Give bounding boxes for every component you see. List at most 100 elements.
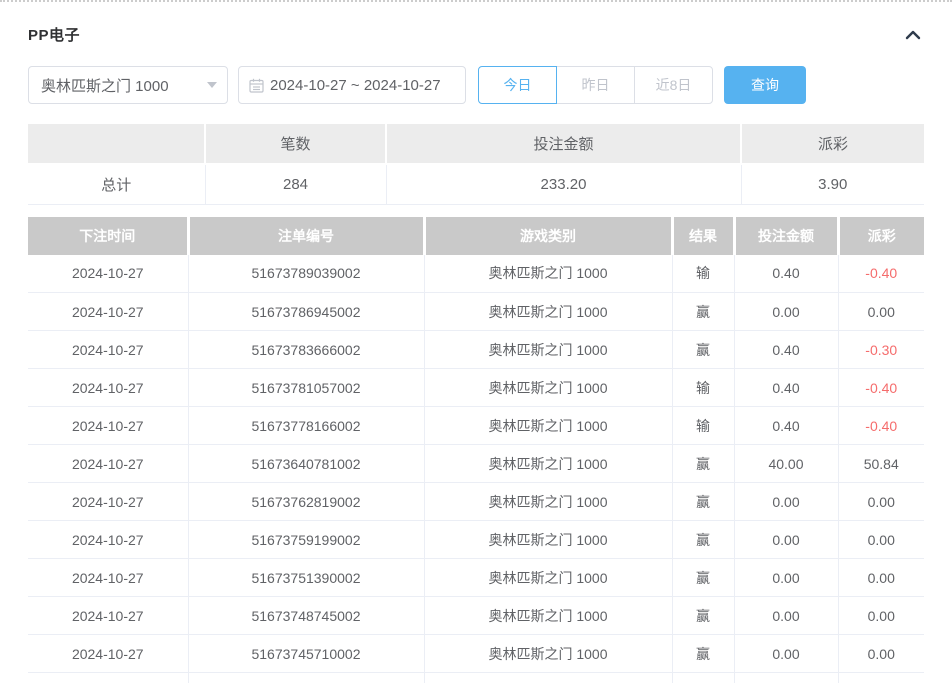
table-row: 2024-10-27 51673762819002 奥林匹斯之门 1000 赢 … <box>28 482 924 521</box>
panel-header: PP电子 <box>28 24 924 45</box>
result-cell: 赢 <box>671 558 734 597</box>
result-cell: 赢 <box>671 482 734 521</box>
order-id-cell: 51673783666002 <box>187 330 424 369</box>
game-type-cell: 奥林匹斯之门 1000 <box>423 292 672 331</box>
bet-amount-cell: 0.40 <box>733 406 838 445</box>
chevron-up-icon <box>904 30 922 45</box>
payout-cell: 50.84 <box>837 444 924 483</box>
summary-col-blank <box>28 124 205 165</box>
date-range-input[interactable]: 2024-10-27 ~ 2024-10-27 <box>238 66 466 104</box>
filter-bar: 奥林匹斯之门 1000 2024-10-27 ~ 2024-10-27 今日 昨… <box>28 66 924 104</box>
order-id-cell: 51673786945002 <box>187 292 424 331</box>
table-row: 2024-10-27 51673745710002 奥林匹斯之门 1000 赢 … <box>28 634 924 673</box>
payout-cell: 0.00 <box>837 520 924 559</box>
game-type-cell: 奥林匹斯之门 1000 <box>423 444 672 483</box>
col-bet-time: 下注时间 <box>28 216 188 255</box>
bet-amount-cell <box>733 672 838 683</box>
bet-table: 下注时间 注单编号 游戏类别 结果 投注金额 派彩 2024-10-27 516… <box>28 216 924 683</box>
payout-cell: 0.00 <box>837 596 924 635</box>
query-button[interactable]: 查询 <box>724 66 806 104</box>
table-row: 2024-10-27 51673783666002 奥林匹斯之门 1000 赢 … <box>28 330 924 369</box>
game-type-cell: 奥林匹斯之门 1000 <box>423 558 672 597</box>
bet-time-cell: 2024-10-27 <box>28 292 188 331</box>
bet-amount-cell: 0.40 <box>733 368 838 407</box>
bet-amount-cell: 0.00 <box>733 634 838 673</box>
bet-time-cell: 2024-10-27 <box>28 634 188 673</box>
bet-time-cell: 2024-10-27 <box>28 406 188 445</box>
order-id-cell: 51673748745002 <box>187 596 424 635</box>
result-cell: 赢 <box>671 444 734 483</box>
table-row: 2024-10-27 51673786945002 奥林匹斯之门 1000 赢 … <box>28 292 924 331</box>
payout-cell: 0.00 <box>837 482 924 521</box>
quick-range-group: 今日 昨日 近8日 <box>478 66 713 104</box>
table-row: 2024-10-27 51673789039002 奥林匹斯之门 1000 输 … <box>28 254 924 293</box>
order-id-cell: 51673781057002 <box>187 368 424 407</box>
payout-cell: 0.00 <box>837 634 924 673</box>
bet-amount-cell: 0.00 <box>733 292 838 331</box>
col-order-id: 注单编号 <box>186 216 424 255</box>
bet-amount-cell: 0.00 <box>733 520 838 559</box>
payout-cell <box>837 672 924 683</box>
table-row-partial <box>28 672 924 683</box>
bet-table-header-row: 下注时间 注单编号 游戏类别 结果 投注金额 派彩 <box>28 216 924 255</box>
result-cell: 赢 <box>671 292 734 331</box>
order-id-cell: 51673762819002 <box>187 482 424 521</box>
summary-col-payout: 派彩 <box>740 124 924 165</box>
date-range-value: 2024-10-27 ~ 2024-10-27 <box>270 76 441 94</box>
bet-amount-cell: 40.00 <box>733 444 838 483</box>
result-cell: 输 <box>671 254 734 293</box>
order-id-cell: 51673789039002 <box>187 254 424 293</box>
result-cell: 赢 <box>671 520 734 559</box>
table-row: 2024-10-27 51673640781002 奥林匹斯之门 1000 赢 … <box>28 444 924 483</box>
result-cell: 输 <box>671 368 734 407</box>
result-cell: 赢 <box>671 634 734 673</box>
game-type-cell: 奥林匹斯之门 1000 <box>423 482 672 521</box>
col-result: 结果 <box>670 216 734 255</box>
chevron-down-icon <box>207 82 217 88</box>
summary-col-count: 笔数 <box>204 124 386 165</box>
summary-col-bet-amount: 投注金额 <box>385 124 741 165</box>
bet-time-cell: 2024-10-27 <box>28 444 188 483</box>
panel-title: PP电子 <box>28 27 81 44</box>
collapse-button[interactable] <box>902 26 924 44</box>
bet-time-cell: 2024-10-27 <box>28 254 188 293</box>
summary-header-row: 笔数 投注金额 派彩 <box>28 124 924 165</box>
game-type-cell: 奥林匹斯之门 1000 <box>423 330 672 369</box>
table-row: 2024-10-27 51673778166002 奥林匹斯之门 1000 输 … <box>28 406 924 445</box>
table-row: 2024-10-27 51673781057002 奥林匹斯之门 1000 输 … <box>28 368 924 407</box>
game-select-value: 奥林匹斯之门 1000 <box>41 77 169 95</box>
payout-cell: -0.40 <box>837 254 924 293</box>
quick-range-button-yesterday[interactable]: 昨日 <box>556 66 635 104</box>
bet-time-cell: 2024-10-27 <box>28 368 188 407</box>
bet-amount-cell: 0.00 <box>733 558 838 597</box>
calendar-icon <box>249 78 264 93</box>
quick-range-button-today[interactable]: 今日 <box>478 66 557 104</box>
game-type-cell <box>423 672 672 683</box>
game-type-cell: 奥林匹斯之门 1000 <box>423 520 672 559</box>
bet-time-cell: 2024-10-27 <box>28 330 188 369</box>
order-id-cell: 51673640781002 <box>187 444 424 483</box>
records-panel: PP电子 奥林匹斯之门 1000 2024-10-27 ~ 2024-10-27… <box>0 0 952 683</box>
bet-table-partial-row-body <box>28 672 924 683</box>
result-cell <box>671 672 734 683</box>
result-cell: 赢 <box>671 330 734 369</box>
payout-cell: 0.00 <box>837 292 924 331</box>
col-game-type: 游戏类别 <box>422 216 672 255</box>
order-id-cell: 51673759199002 <box>187 520 424 559</box>
summary-total-bet-amount: 233.20 <box>385 164 741 205</box>
summary-table: 笔数 投注金额 派彩 总计 284 233.20 3.90 <box>28 124 924 205</box>
order-id-cell <box>187 672 424 683</box>
quick-range-button-last8days[interactable]: 近8日 <box>634 66 713 104</box>
game-type-cell: 奥林匹斯之门 1000 <box>423 596 672 635</box>
bet-amount-cell: 0.40 <box>733 330 838 369</box>
table-row: 2024-10-27 51673751390002 奥林匹斯之门 1000 赢 … <box>28 558 924 597</box>
col-bet-amount: 投注金额 <box>732 216 838 255</box>
game-type-cell: 奥林匹斯之门 1000 <box>423 406 672 445</box>
table-row: 2024-10-27 51673759199002 奥林匹斯之门 1000 赢 … <box>28 520 924 559</box>
payout-cell: -0.30 <box>837 330 924 369</box>
game-select[interactable]: 奥林匹斯之门 1000 <box>28 66 228 104</box>
table-row: 2024-10-27 51673748745002 奥林匹斯之门 1000 赢 … <box>28 596 924 635</box>
game-type-cell: 奥林匹斯之门 1000 <box>423 254 672 293</box>
order-id-cell: 51673745710002 <box>187 634 424 673</box>
bet-time-cell: 2024-10-27 <box>28 558 188 597</box>
